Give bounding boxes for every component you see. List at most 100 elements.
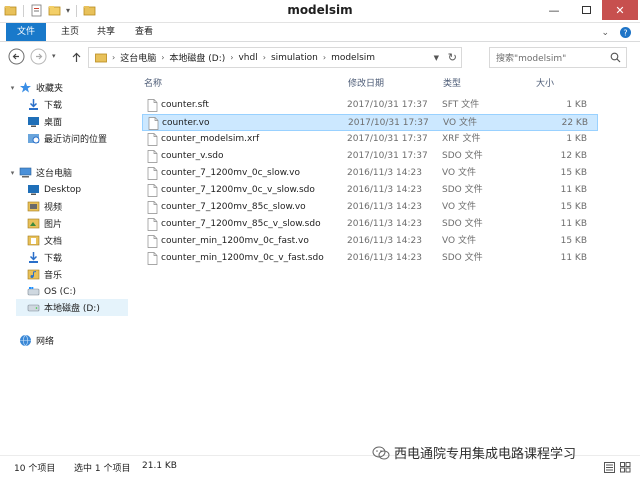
- back-button[interactable]: [8, 48, 25, 65]
- navigation-bar: ▾ › 这台电脑 › 本地磁盘 (D:) › vhdl › simulation…: [0, 42, 640, 72]
- breadcrumb-simulation[interactable]: simulation: [271, 53, 318, 63]
- folder-icon: [95, 53, 107, 63]
- file-size: 1 KB: [566, 134, 587, 144]
- file-row[interactable]: counter_v.sdo 2017/10/31 17:37 SDO 文件 12 KB: [142, 148, 598, 165]
- breadcrumb-modelsim[interactable]: modelsim: [331, 53, 375, 63]
- close-button[interactable]: ✕: [602, 0, 638, 20]
- file-name: counter_7_1200mv_0c_v_slow.sdo: [161, 185, 315, 195]
- file-size: 11 KB: [560, 185, 587, 195]
- tab-file[interactable]: 文件: [6, 23, 46, 41]
- file-row[interactable]: counter.sft 2017/10/31 17:37 SFT 文件 1 KB: [142, 97, 598, 114]
- file-type: XRF 文件: [442, 134, 481, 144]
- column-header-name[interactable]: 名称: [144, 76, 162, 92]
- recent-locations-icon[interactable]: ▾: [52, 52, 56, 60]
- documents-icon: [27, 235, 40, 246]
- file-date: 2017/10/31 17:37: [347, 134, 428, 144]
- file-size: 22 KB: [561, 118, 588, 128]
- refresh-icon[interactable]: ↻: [448, 51, 457, 64]
- file-date: 2016/11/3 14:23: [347, 236, 422, 246]
- download-icon: [29, 99, 38, 110]
- sidebar-item-this-pc[interactable]: ▾ 这台电脑: [8, 164, 138, 181]
- address-dropdown-icon[interactable]: ▼: [434, 54, 439, 62]
- file-size: 1 KB: [566, 100, 587, 110]
- expand-ribbon-icon[interactable]: ⌄: [601, 28, 609, 38]
- file-size: 15 KB: [560, 168, 587, 178]
- network-icon: [20, 334, 31, 347]
- tab-home[interactable]: 主页: [55, 23, 85, 41]
- file-row[interactable]: counter_min_1200mv_0c_v_fast.sdo 2016/11/…: [142, 250, 598, 267]
- file-type: VO 文件: [442, 202, 476, 212]
- sidebar-item-drive-d[interactable]: 本地磁盘 (D:): [16, 299, 128, 316]
- file-date: 2016/11/3 14:23: [347, 185, 422, 195]
- sidebar-item-label: 收藏夹: [36, 84, 64, 94]
- file-name: counter_v.sdo: [161, 151, 224, 161]
- column-header-size[interactable]: 大小: [536, 76, 554, 92]
- file-type: VO 文件: [443, 118, 477, 128]
- file-size: 15 KB: [560, 202, 587, 212]
- sidebar-item-label: Desktop: [44, 184, 82, 195]
- breadcrumb-this-pc[interactable]: 这台电脑: [120, 51, 156, 64]
- up-arrow-icon[interactable]: [70, 51, 83, 64]
- file-row[interactable]: counter_7_1200mv_0c_v_slow.sdo 2016/11/3 …: [142, 182, 598, 199]
- tab-view[interactable]: 查看: [129, 23, 159, 41]
- forward-button[interactable]: [30, 48, 47, 65]
- search-box[interactable]: 搜索"modelsim": [489, 47, 627, 68]
- search-input-placeholder: 搜索"modelsim": [496, 54, 567, 64]
- sidebar-item-label: OS (C:): [44, 286, 76, 297]
- sidebar-item-label: 文档: [44, 237, 63, 247]
- minimize-button[interactable]: —: [538, 0, 570, 20]
- file-icon: [147, 201, 158, 214]
- watermark: 西电通院专用集成电路课程学习: [372, 443, 576, 462]
- drive-icon: [27, 304, 40, 312]
- svg-text:?: ?: [623, 29, 627, 38]
- star-icon: [20, 82, 31, 93]
- file-size: 15 KB: [560, 236, 587, 246]
- expand-arrow-icon[interactable]: ▾: [8, 84, 17, 92]
- file-name: counter.sft: [161, 100, 209, 110]
- file-row[interactable]: counter_7_1200mv_85c_slow.vo 2016/11/3 14…: [142, 199, 598, 216]
- maximize-button[interactable]: [570, 0, 602, 20]
- file-name: counter_7_1200mv_0c_slow.vo: [161, 168, 300, 178]
- search-icon[interactable]: [610, 52, 621, 63]
- chevron-right-icon: ›: [112, 53, 116, 62]
- file-name: counter_7_1200mv_85c_slow.vo: [161, 202, 306, 212]
- maximize-icon: [581, 6, 591, 14]
- breadcrumb-local-disk-d[interactable]: 本地磁盘 (D:): [169, 51, 225, 64]
- tab-share[interactable]: 共享: [91, 23, 121, 41]
- navigation-pane: ▾ 收藏夹 下载 桌面 最近访问的位置 ▾ 这台电脑 Desktop 视频 图片…: [0, 72, 130, 453]
- file-size: 11 KB: [560, 219, 587, 229]
- file-row[interactable]: counter.vo 2017/10/31 17:37 VO 文件 22 KB: [142, 114, 598, 131]
- window-controls: — ✕: [538, 0, 638, 20]
- minimize-icon: —: [548, 3, 560, 17]
- help-icon[interactable]: ?: [619, 26, 632, 39]
- expand-arrow-icon[interactable]: ▾: [8, 169, 17, 177]
- file-row[interactable]: counter_min_1200mv_0c_fast.vo 2016/11/3 1…: [142, 233, 598, 250]
- title-bar: ▾ modelsim — ✕: [0, 0, 640, 23]
- file-name: counter.vo: [162, 118, 210, 128]
- details-view-icon[interactable]: [604, 462, 615, 473]
- file-icon: [147, 218, 158, 231]
- sidebar-item-label: 下载: [44, 254, 63, 264]
- address-bar[interactable]: › 这台电脑 › 本地磁盘 (D:) › vhdl › simulation ›…: [88, 47, 462, 68]
- sidebar-item-label: 音乐: [44, 271, 63, 281]
- windows-drive-icon: [27, 287, 40, 296]
- file-date: 2017/10/31 17:37: [348, 118, 429, 128]
- sidebar-item-label: 最近访问的位置: [44, 135, 108, 145]
- sidebar-item-network[interactable]: 网络: [19, 332, 149, 349]
- file-list: 名称 修改日期 类型 大小 counter.sft 2017/10/31 17:3…: [136, 72, 640, 453]
- file-row[interactable]: counter_7_1200mv_0c_slow.vo 2016/11/3 14:…: [142, 165, 598, 182]
- ribbon-controls: ⌄ ?: [601, 26, 632, 39]
- file-row[interactable]: counter_modelsim.xrf 2017/10/31 17:37 XRF …: [142, 131, 598, 148]
- sidebar-item-label: 桌面: [44, 118, 63, 128]
- file-row[interactable]: counter_7_1200mv_85c_v_slow.sdo 2016/11/3…: [142, 216, 598, 233]
- file-type: SDO 文件: [442, 219, 483, 229]
- close-icon: ✕: [615, 3, 625, 17]
- column-header-date[interactable]: 修改日期: [348, 76, 384, 92]
- sidebar-item-label: 下载: [44, 101, 63, 111]
- pictures-icon: [27, 218, 40, 229]
- column-header-type[interactable]: 类型: [443, 76, 461, 92]
- breadcrumb-vhdl[interactable]: vhdl: [238, 53, 257, 63]
- large-icons-view-icon[interactable]: [620, 462, 631, 473]
- sidebar-item-label: 图片: [44, 220, 63, 230]
- sidebar-item-favorites[interactable]: ▾ 收藏夹: [8, 79, 138, 96]
